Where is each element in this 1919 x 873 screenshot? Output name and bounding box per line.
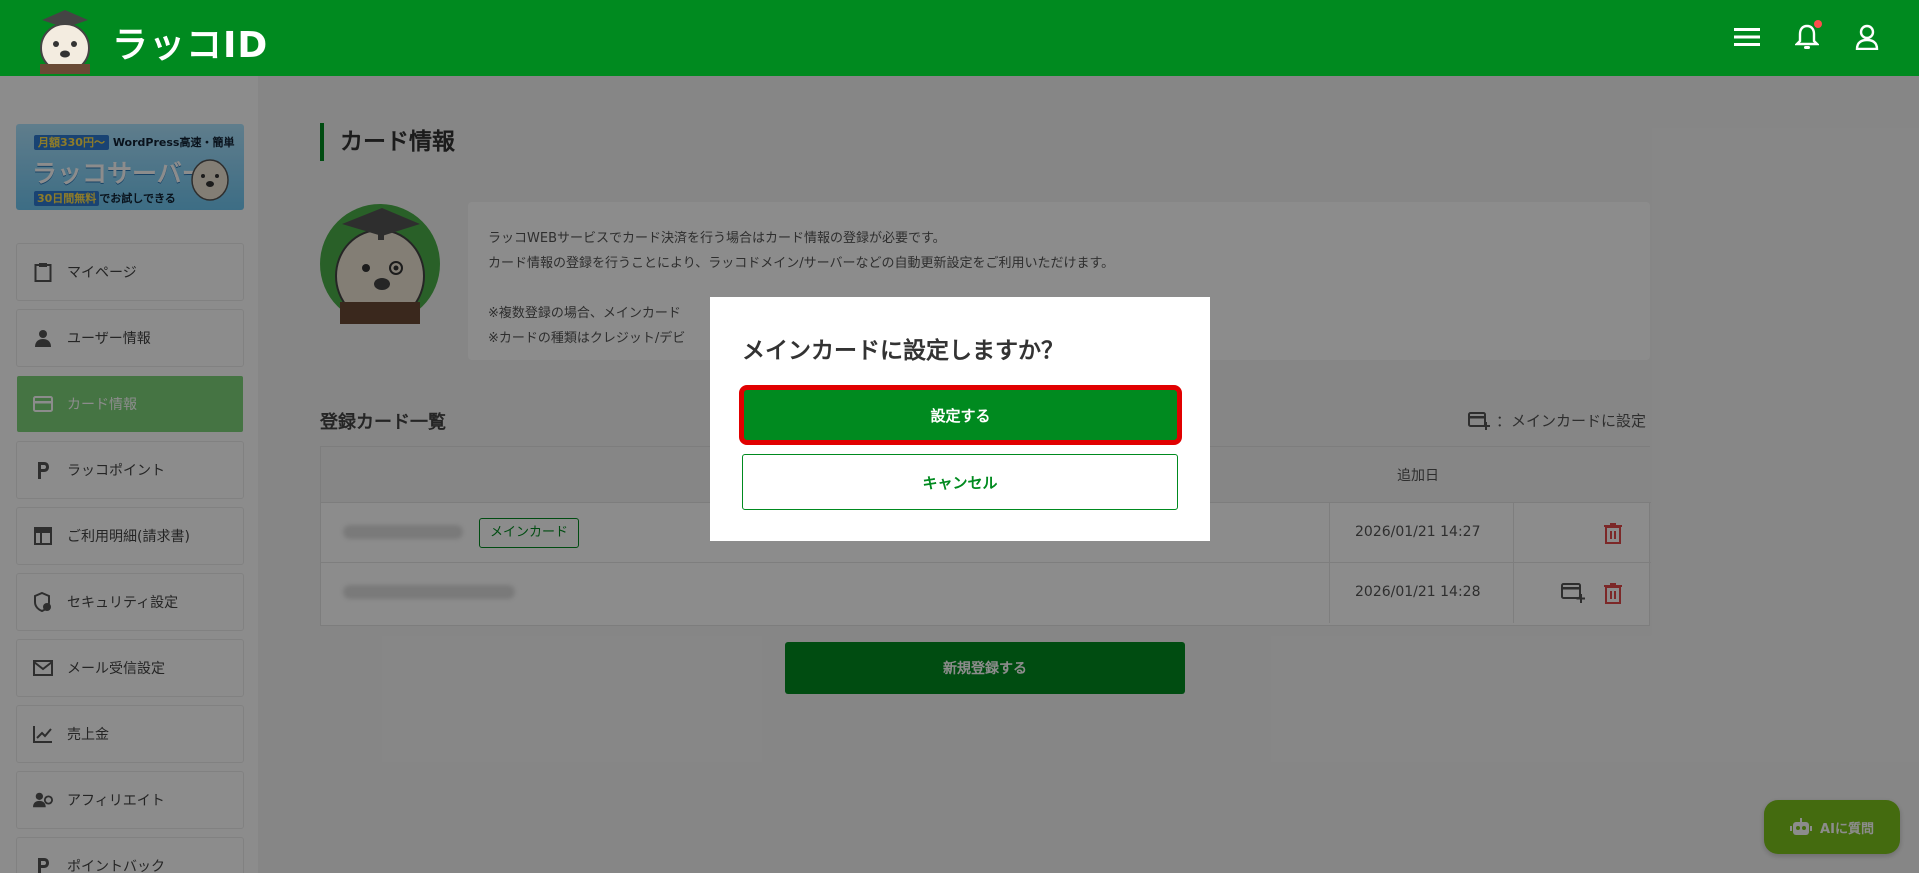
top-header: ラッコID bbox=[0, 0, 1919, 76]
dialog-title: メインカードに設定しますか？ bbox=[742, 338, 1064, 364]
user-icon[interactable] bbox=[1850, 20, 1884, 54]
confirm-button[interactable]: 設定する bbox=[739, 385, 1182, 445]
hamburger-menu-icon[interactable] bbox=[1730, 20, 1764, 54]
notification-dot bbox=[1814, 20, 1822, 28]
app-logo-text[interactable]: ラッコID bbox=[112, 16, 268, 68]
bell-icon[interactable] bbox=[1790, 20, 1824, 54]
set-main-card-dialog: メインカードに設定しますか？ 設定する キャンセル bbox=[710, 297, 1210, 541]
otter-logo-icon[interactable] bbox=[34, 6, 96, 74]
cancel-button[interactable]: キャンセル bbox=[742, 454, 1178, 510]
